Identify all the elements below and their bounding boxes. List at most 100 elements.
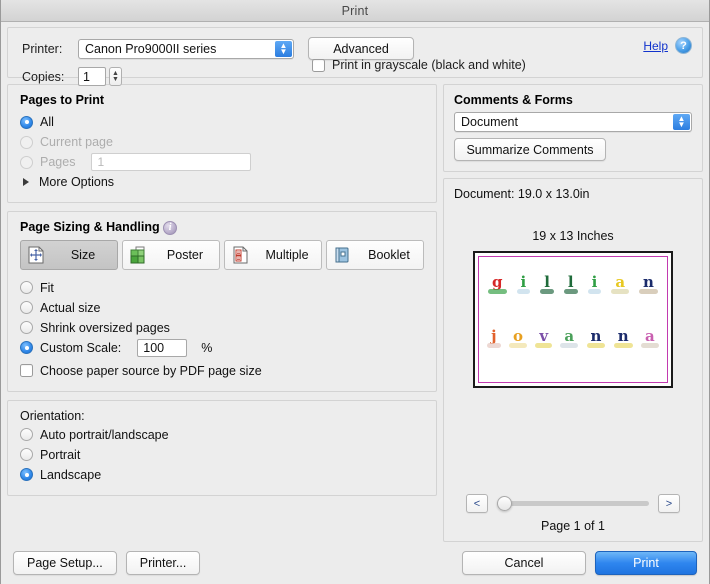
radio-custom-scale-label: Custom Scale: — [40, 340, 122, 355]
page-navigation: < > — [454, 494, 692, 513]
preview-letter-glyph: a — [560, 329, 579, 348]
multiple-pages-icon — [229, 244, 251, 266]
preview-letter-base — [488, 289, 507, 294]
page-preview[interactable]: gillian jovanna — [473, 251, 673, 388]
dialog-body: Pages to Print All Current page Pages 1 — [1, 78, 709, 542]
preview-letter-glyph: n — [613, 329, 633, 348]
preview-letter-base — [508, 343, 527, 348]
grayscale-row: Print in grayscale (black and white) — [312, 58, 526, 72]
radio-current-page: Current page — [20, 132, 424, 152]
page-counter-label: Page 1 of 1 — [541, 519, 605, 533]
print-dialog-window: Print Printer: Canon Pro9000II series ▲ ▼… — [0, 0, 710, 584]
next-page-button[interactable]: > — [658, 494, 680, 513]
printer-select-value: Canon Pro9000II series — [85, 41, 217, 56]
radio-actual-size-indicator — [20, 301, 33, 315]
grayscale-checkbox[interactable] — [312, 58, 325, 72]
help-group: Help ? — [643, 37, 692, 54]
page-sizing-group: Page Sizing & Handling i Size Poster Mul… — [7, 211, 437, 392]
info-icon[interactable]: i — [163, 220, 178, 235]
previous-page-button[interactable]: < — [466, 494, 488, 513]
page-slider-track[interactable] — [497, 496, 649, 511]
dialog-footer: Page Setup... Printer... Cancel Print — [1, 542, 709, 584]
radio-actual-size[interactable]: Actual size — [20, 298, 424, 318]
preview-letter-base — [641, 343, 659, 348]
chevron-right-icon — [23, 178, 29, 186]
page-setup-button[interactable]: Page Setup... — [13, 551, 117, 575]
pages-to-print-group: Pages to Print All Current page Pages 1 — [7, 84, 437, 203]
summarize-comments-button[interactable]: Summarize Comments — [454, 138, 606, 161]
preview-panel: Document: 19.0 x 13.0in 19 x 13 Inches g… — [443, 178, 703, 542]
radio-custom-scale[interactable]: Custom Scale: 100 % — [20, 338, 424, 358]
radio-auto-orientation[interactable]: Auto portrait/landscape — [20, 425, 424, 445]
preview-letter-glyph: i — [587, 275, 602, 294]
comments-forms-select[interactable]: Document ▲ ▼ — [454, 112, 692, 132]
radio-actual-size-label: Actual size — [40, 300, 101, 315]
printer-select[interactable]: Canon Pro9000II series ▲ ▼ — [78, 38, 294, 59]
preview-letter-glyph: n — [639, 275, 658, 294]
preview-letter-base — [540, 289, 554, 294]
preview-letter-glyph: a — [641, 329, 659, 348]
radio-fit-indicator — [20, 281, 33, 295]
preview-letter-base — [516, 289, 531, 294]
help-link[interactable]: Help — [643, 39, 668, 53]
sizing-mode-poster[interactable]: Poster — [122, 239, 220, 270]
radio-shrink-oversized[interactable]: Shrink oversized pages — [20, 318, 424, 338]
preview-letter-base — [586, 343, 606, 348]
radio-fit[interactable]: Fit — [20, 278, 424, 298]
preview-letter-glyph: l — [540, 275, 554, 294]
copies-stepper[interactable]: ▲ ▼ — [109, 67, 122, 86]
comments-forms-group: Comments & Forms Document ▲ ▼ Summarize C… — [443, 84, 703, 172]
sizing-mode-poster-label: Poster — [166, 247, 204, 262]
radio-auto-orientation-indicator — [20, 428, 33, 442]
booklet-icon — [331, 244, 353, 266]
grayscale-label: Print in grayscale (black and white) — [332, 58, 526, 72]
paper-source-row[interactable]: Choose paper source by PDF page size — [20, 361, 424, 381]
paper-source-checkbox[interactable] — [20, 364, 33, 378]
preview-letter-glyph: j — [487, 329, 501, 348]
radio-current-page-indicator — [20, 135, 33, 149]
radio-fit-label: Fit — [40, 280, 54, 295]
page-sizing-title: Page Sizing & Handling i — [20, 220, 424, 235]
copies-label: Copies: — [22, 69, 65, 84]
paper-source-label: Choose paper source by PDF page size — [40, 363, 262, 378]
preview-letter-glyph: g — [488, 275, 507, 294]
page-slider-knob[interactable] — [497, 496, 512, 511]
sizing-mode-size[interactable]: Size — [20, 239, 118, 270]
radio-portrait-label: Portrait — [40, 447, 81, 462]
preview-letter-base — [613, 343, 633, 348]
radio-portrait-indicator — [20, 448, 33, 462]
radio-pages-label: Pages — [40, 155, 76, 169]
chevron-updown-icon: ▲ ▼ — [673, 114, 690, 130]
cancel-button[interactable]: Cancel — [462, 551, 586, 575]
radio-all-label: All — [40, 115, 54, 129]
custom-scale-input[interactable]: 100 — [137, 338, 188, 357]
radio-landscape[interactable]: Landscape — [20, 465, 424, 485]
preview-letter-base — [639, 289, 658, 294]
sizing-mode-booklet-label: Booklet — [368, 247, 410, 262]
sizing-mode-multiple[interactable]: Multiple — [224, 239, 322, 270]
print-button[interactable]: Print — [595, 551, 697, 575]
more-options-toggle[interactable]: More Options — [20, 172, 424, 192]
radio-all[interactable]: All — [20, 112, 424, 132]
left-column: Pages to Print All Current page Pages 1 — [7, 84, 437, 542]
resize-page-icon — [25, 244, 47, 266]
printer-button[interactable]: Printer... — [125, 551, 201, 575]
preview-letter-glyph: n — [586, 329, 606, 348]
sizing-mode-booklet[interactable]: Booklet — [326, 239, 424, 270]
radio-shrink-oversized-indicator — [20, 321, 33, 335]
preview-letter-glyph: v — [535, 329, 553, 348]
advanced-button[interactable]: Advanced — [308, 37, 414, 60]
sizing-mode-size-label: Size — [70, 247, 96, 262]
chevron-updown-icon: ▲ ▼ — [275, 40, 292, 57]
preview-artwork-row-2: jovanna — [483, 329, 663, 348]
radio-landscape-label: Landscape — [40, 467, 102, 482]
help-icon[interactable]: ? — [675, 37, 692, 54]
preview-letter-base — [535, 343, 553, 348]
printer-settings-bar: Printer: Canon Pro9000II series ▲ ▼ Advan… — [7, 27, 703, 86]
preview-letter-base — [563, 289, 578, 294]
radio-portrait[interactable]: Portrait — [20, 445, 424, 465]
copies-input[interactable]: 1 — [78, 67, 106, 86]
poster-tiles-icon — [127, 244, 149, 266]
orientation-group: Orientation: Auto portrait/landscape Por… — [7, 399, 437, 496]
pages-range-input: 1 — [91, 153, 252, 171]
